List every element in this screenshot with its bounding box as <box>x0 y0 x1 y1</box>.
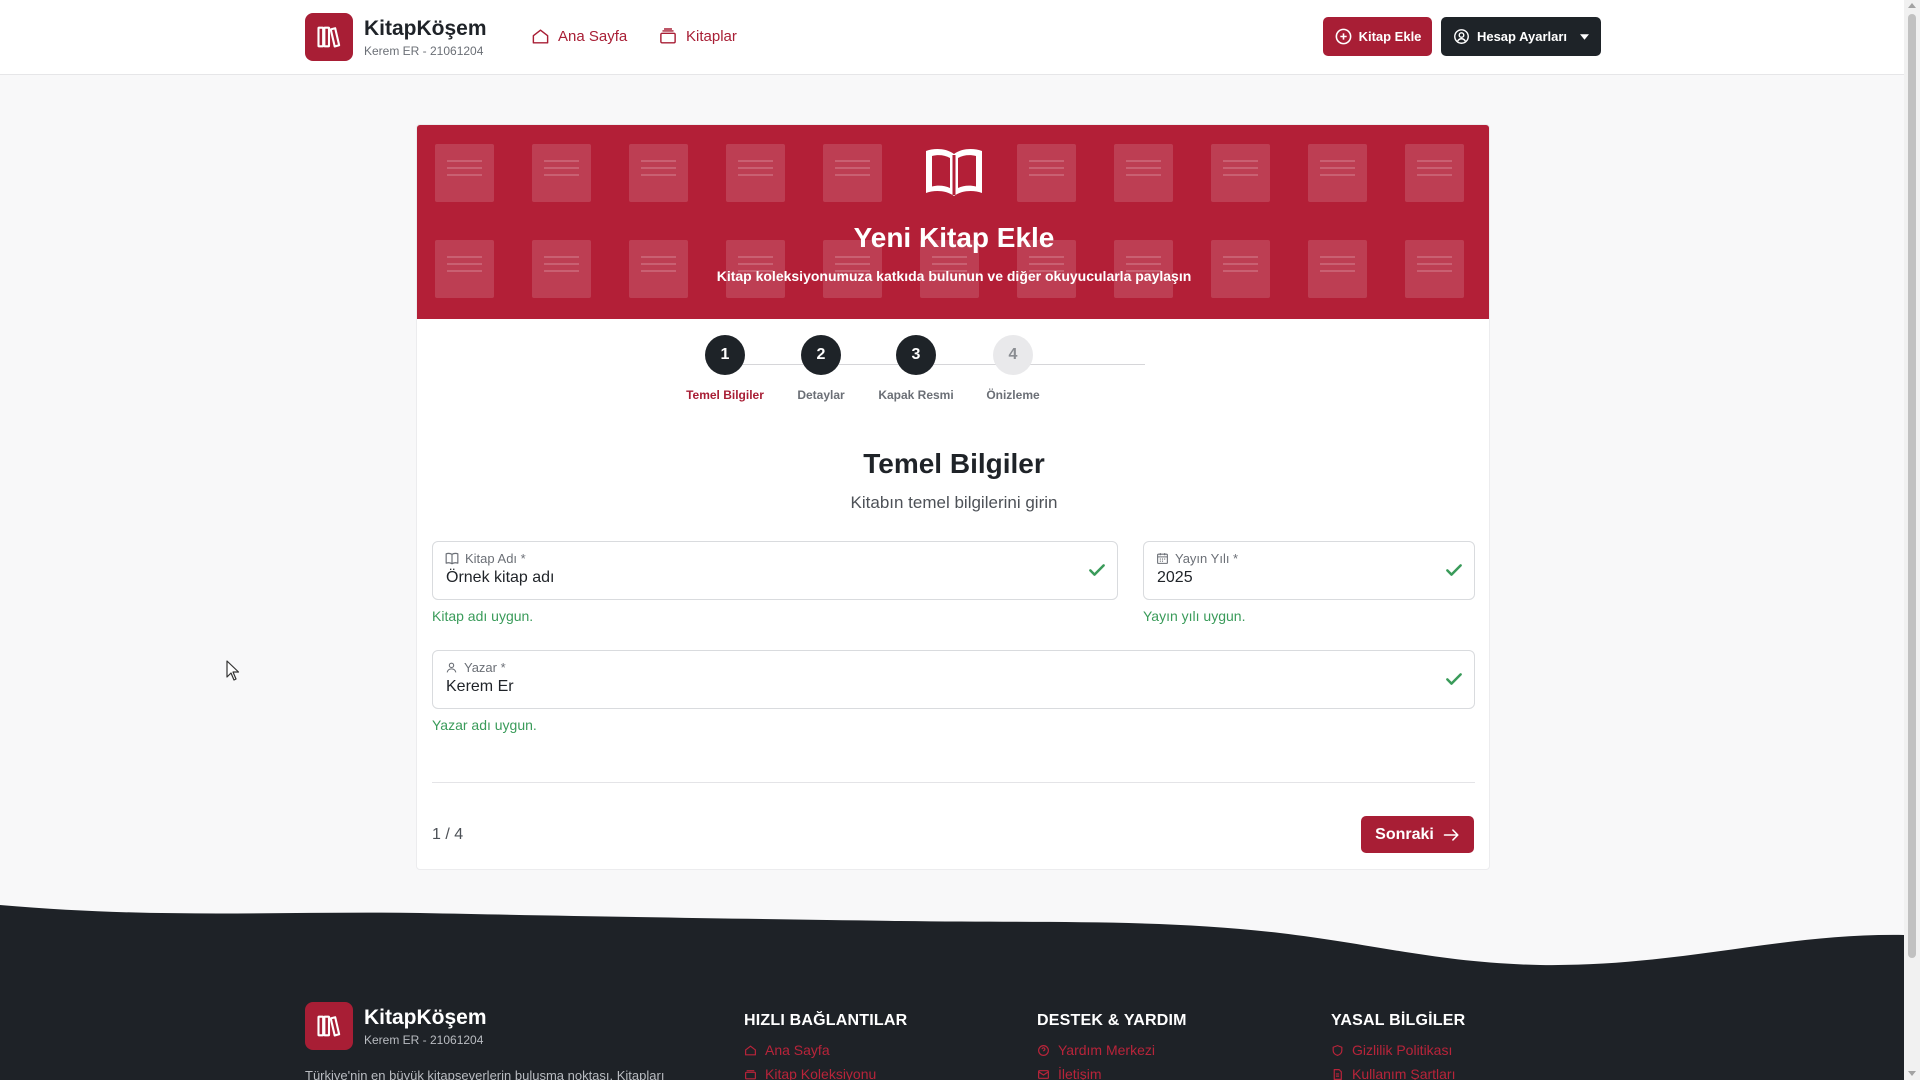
account-settings-dropdown[interactable]: Hesap Ayarları <box>1441 17 1601 56</box>
footer-legal: YASAL BİLGİLER Gizlilik Politikası Kulla… <box>1331 1012 1465 1080</box>
hero-title: Yeni Kitap Ekle <box>853 222 1055 253</box>
step-number: 2 <box>801 335 841 375</box>
brand[interactable]: KitapKöşem Kerem ER - 21061204 <box>305 13 487 61</box>
check-icon <box>1446 564 1462 576</box>
author-label: Yazar * <box>464 660 506 675</box>
author-field[interactable]: Yazar * Kerem Er <box>432 650 1475 709</box>
step-number: 4 <box>993 335 1033 375</box>
publish-year-valid-message: Yayın yılı uygun. <box>1143 608 1246 624</box>
footer-link-terms[interactable]: Kullanım Şartları <box>1331 1066 1465 1080</box>
footer-link-contact[interactable]: İletişim <box>1037 1066 1187 1080</box>
publish-year-label: Yayın Yılı * <box>1175 551 1239 566</box>
account-settings-label: Hesap Ayarları <box>1476 29 1568 44</box>
shield-icon <box>1332 1044 1343 1056</box>
footer-link-label: Kitap Koleksiyonu <box>765 1066 877 1080</box>
footer-link-label: Ana Sayfa <box>765 1042 830 1058</box>
footer-link-home[interactable]: Ana Sayfa <box>744 1042 907 1058</box>
footer-link-label: İletişim <box>1058 1066 1102 1080</box>
open-book-icon <box>926 149 982 196</box>
nav-books-label: Kitaplar <box>686 28 737 45</box>
brand-subtitle: Kerem ER - 21061204 <box>364 43 484 58</box>
document-icon <box>1333 1068 1342 1080</box>
books-logo-icon <box>305 1002 353 1050</box>
publish-year-field[interactable]: Yayın Yılı * 2025 <box>1143 541 1475 600</box>
book-title-valid-message: Kitap adı uygun. <box>432 608 534 624</box>
step-label: Detaylar <box>797 388 845 402</box>
top-navbar: KitapKöşem Kerem ER - 21061204 Ana Sayfa… <box>0 0 1904 75</box>
home-icon <box>532 29 549 44</box>
check-icon <box>1446 673 1462 685</box>
help-circle-icon <box>1038 1044 1049 1056</box>
user-circle-icon <box>1454 29 1469 44</box>
footer-brand-subtitle: Kerem ER - 21061204 <box>364 1032 484 1047</box>
next-label: Sonraki <box>1375 825 1434 843</box>
user-icon <box>446 662 457 673</box>
calendar-icon <box>1157 553 1168 564</box>
page-scrollbar[interactable] <box>1904 0 1920 1080</box>
nav-home-link[interactable]: Ana Sayfa <box>531 27 627 46</box>
footer-link-collection[interactable]: Kitap Koleksiyonu <box>744 1066 907 1080</box>
step-counter: 1 / 4 <box>432 826 464 843</box>
step-details[interactable]: 2 Detaylar <box>766 335 876 402</box>
scroll-down-icon[interactable] <box>1908 1071 1916 1076</box>
add-book-label: Kitap Ekle <box>1358 29 1422 44</box>
book-title-label: Kitap Adı * <box>465 551 526 566</box>
footer-link-label: Gizlilik Politikası <box>1352 1042 1453 1058</box>
books-icon <box>660 28 676 44</box>
footer-link-label: Kullanım Şartları <box>1352 1066 1456 1080</box>
add-book-button[interactable]: Kitap Ekle <box>1323 17 1432 56</box>
scroll-thumb[interactable] <box>1908 14 1916 958</box>
footer-brand[interactable]: KitapKöşem Kerem ER - 21061204 <box>305 1002 487 1050</box>
step-preview: 4 Önizleme <box>958 335 1068 402</box>
books-icon <box>745 1069 756 1079</box>
hero-subtitle: Kitap koleksiyonumuza katkıda bulunun ve… <box>716 268 1192 284</box>
site-footer: KitapKöşem Kerem ER - 21061204 Türkiye'n… <box>0 960 1904 1080</box>
mail-icon <box>1038 1069 1049 1079</box>
progress-stepper: 1 Temel Bilgiler 2 Detaylar 3 Kapak Resm… <box>417 335 1489 405</box>
brand-name: KitapKöşem <box>364 16 487 40</box>
footer-column-title: DESTEK & YARDIM <box>1037 1012 1187 1029</box>
step-basic-info[interactable]: 1 Temel Bilgiler <box>670 335 780 402</box>
next-button[interactable]: Sonraki <box>1361 816 1474 853</box>
form-subtitle: Kitabın temel bilgilerini girin <box>850 493 1058 512</box>
footer-brand-name: KitapKöşem <box>364 1005 487 1029</box>
footer-link-help-center[interactable]: Yardım Merkezi <box>1037 1042 1187 1058</box>
scroll-up-icon[interactable] <box>1908 3 1916 8</box>
home-icon <box>745 1045 756 1055</box>
plus-circle-icon <box>1335 28 1351 45</box>
book-title-field[interactable]: Kitap Adı * Örnek kitap adı <box>432 541 1118 600</box>
step-label: Önizleme <box>986 388 1040 402</box>
footer-column-title: YASAL BİLGİLER <box>1331 1012 1466 1029</box>
step-number: 1 <box>705 335 745 375</box>
mouse-cursor-icon <box>226 660 240 681</box>
publish-year-input[interactable]: 2025 <box>1157 569 1193 587</box>
footer-column-title: HIZLI BAĞLANTILAR <box>744 1012 908 1029</box>
step-label: Kapak Resmi <box>878 388 954 402</box>
footer-quick-links: HIZLI BAĞLANTILAR Ana Sayfa Kitap Koleks… <box>744 1012 907 1080</box>
hero-banner: Yeni Kitap Ekle Kitap koleksiyonumuza ka… <box>417 125 1489 319</box>
caret-down-icon <box>1580 33 1590 40</box>
step-cover-image[interactable]: 3 Kapak Resmi <box>861 335 971 402</box>
footer-link-privacy[interactable]: Gizlilik Politikası <box>1331 1042 1465 1058</box>
footer-description: Türkiye'nin en büyük kitapseverlerin bul… <box>305 1068 665 1080</box>
form-title: Temel Bilgiler <box>863 448 1045 479</box>
form-divider <box>432 782 1475 783</box>
step-label: Temel Bilgiler <box>686 388 764 402</box>
book-icon <box>445 552 459 565</box>
nav-home-label: Ana Sayfa <box>558 28 628 45</box>
book-title-input[interactable]: Örnek kitap adı <box>446 569 555 587</box>
author-valid-message: Yazar adı uygun. <box>432 717 537 733</box>
step-number: 3 <box>896 335 936 375</box>
footer-support: DESTEK & YARDIM Yardım Merkezi İletişim <box>1037 1012 1187 1080</box>
check-icon <box>1089 564 1105 576</box>
nav-books-link[interactable]: Kitaplar <box>658 27 737 46</box>
author-input[interactable]: Kerem Er <box>446 678 514 696</box>
books-logo-icon <box>305 13 353 61</box>
footer-link-label: Yardım Merkezi <box>1058 1042 1155 1058</box>
add-book-card: Yeni Kitap Ekle Kitap koleksiyonumuza ka… <box>416 124 1490 870</box>
arrow-right-icon <box>1443 828 1459 841</box>
